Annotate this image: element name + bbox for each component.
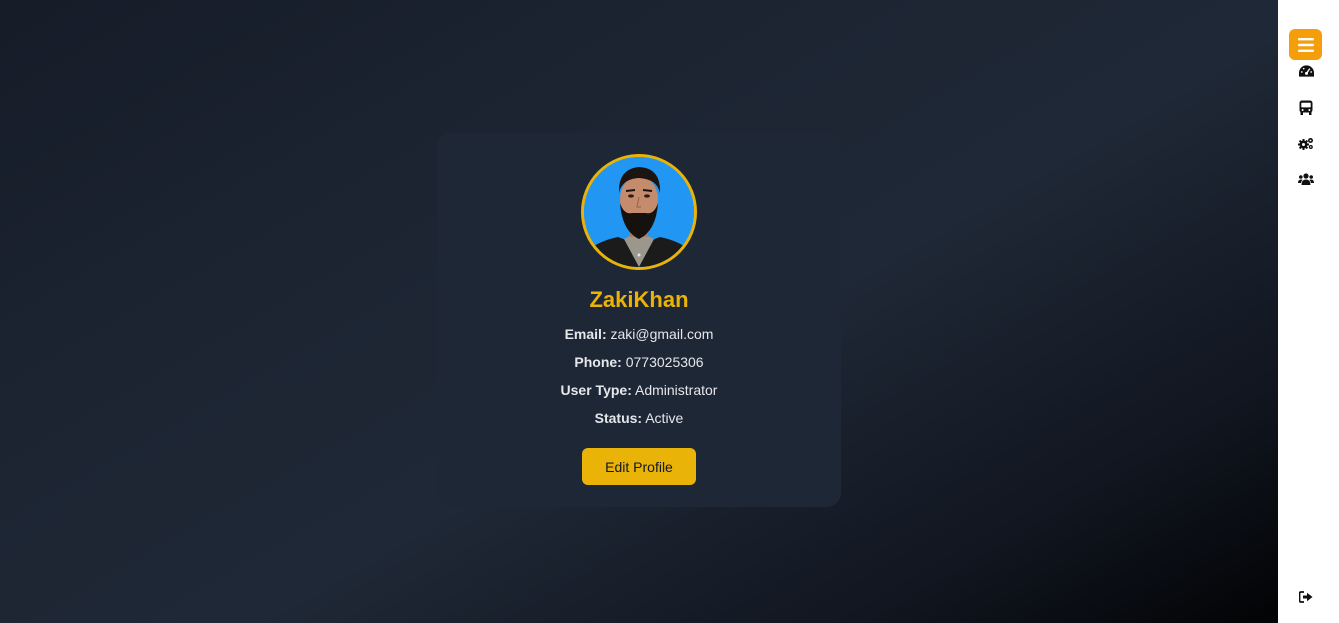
profile-name: ZakiKhan (589, 287, 689, 312)
users-icon (1298, 173, 1314, 185)
phone-line: Phone: 0773025306 (574, 353, 703, 371)
email-value: zaki@gmail.com (610, 326, 714, 342)
email-line: Email: zaki@gmail.com (565, 325, 714, 343)
sidebar-item-settings[interactable] (1298, 135, 1314, 151)
cogs-icon (1298, 137, 1313, 150)
email-label: Email: (564, 326, 607, 342)
menu-icon (1297, 37, 1314, 52)
user-type-label: User Type: (560, 382, 632, 398)
dashboard-gauge-icon (1298, 65, 1314, 77)
sidebar (1278, 0, 1339, 623)
sidebar-item-buses[interactable] (1298, 99, 1314, 115)
sidebar-item-logout[interactable] (1298, 589, 1314, 605)
sidebar-item-dashboard[interactable] (1298, 63, 1314, 79)
sidebar-item-users[interactable] (1298, 171, 1314, 187)
status-value: Active (645, 410, 684, 426)
main-content: ZakiKhan Email: zaki@gmail.com Phone: 07… (0, 0, 1278, 623)
status-label: Status: (594, 410, 643, 426)
phone-value: 0773025306 (625, 354, 704, 370)
avatar (581, 154, 697, 270)
edit-profile-button[interactable]: Edit Profile (582, 448, 696, 485)
profile-card: ZakiKhan Email: zaki@gmail.com Phone: 07… (437, 133, 841, 507)
phone-label: Phone: (574, 354, 622, 370)
status-line: Status: Active (595, 409, 684, 427)
menu-toggle-button[interactable] (1289, 29, 1322, 60)
sign-out-icon (1299, 591, 1313, 603)
bus-icon (1299, 100, 1313, 115)
user-type-line: User Type: Administrator (561, 381, 718, 399)
user-type-value: Administrator (634, 382, 718, 398)
